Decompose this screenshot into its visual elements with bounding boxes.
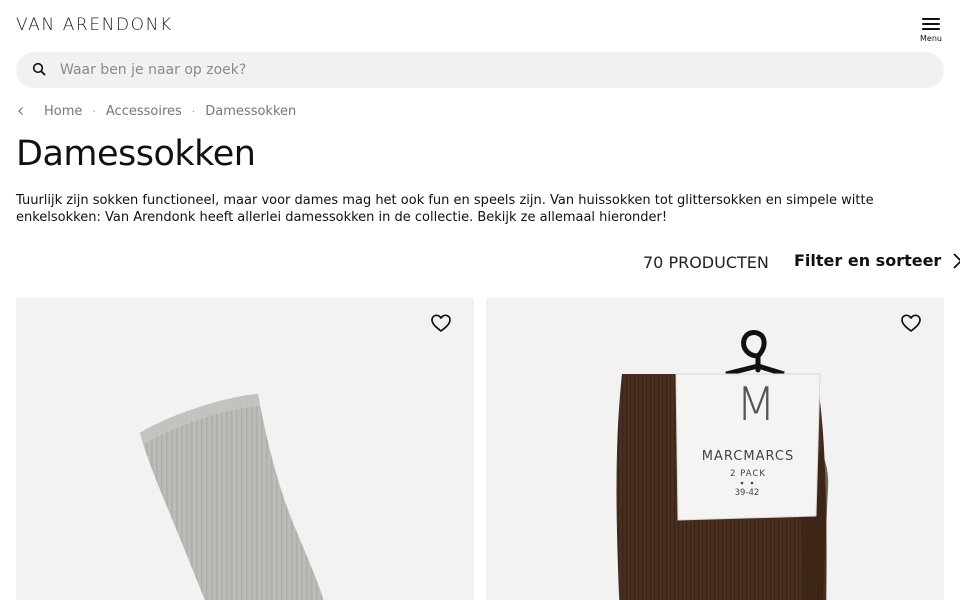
chevron-left-icon[interactable] <box>16 106 26 116</box>
search-icon[interactable] <box>32 62 46 76</box>
heart-icon[interactable] <box>900 313 922 333</box>
product-count: 70 PRODUCTEN <box>643 253 769 272</box>
breadcrumb-accessoires[interactable]: Accessoires <box>106 104 182 119</box>
site-header: VAN ARENDONK Menu <box>0 0 960 52</box>
heart-icon[interactable] <box>430 313 452 333</box>
product-image-grey-sock[interactable] <box>16 298 474 600</box>
breadcrumb-damessokken[interactable]: Damessokken <box>205 104 296 119</box>
category-intro: Tuurlijk zijn sokken functioneel, maar v… <box>16 193 874 225</box>
chevron-right-icon <box>953 252 960 269</box>
tag-monogram: M <box>736 377 776 431</box>
site-logo[interactable]: VAN ARENDONK <box>16 15 173 35</box>
filter-sort-button[interactable]: Filter en sorteer <box>794 251 960 270</box>
tag-pack: 2 PACK <box>730 469 766 479</box>
breadcrumb-separator: · <box>92 104 96 118</box>
product-card[interactable]: M MARCMARCS 2 PACK 39-42 <box>486 298 944 600</box>
breadcrumb: Home · Accessoires · Damessokken <box>16 102 296 120</box>
tag-size: 39-42 <box>735 488 760 498</box>
menu-label: Menu <box>920 34 942 43</box>
search-bar[interactable] <box>16 52 944 88</box>
filter-sort-label: Filter en sorteer <box>794 251 942 270</box>
product-card[interactable] <box>16 298 474 600</box>
search-input[interactable] <box>60 52 920 88</box>
breadcrumb-home[interactable]: Home <box>44 104 82 119</box>
breadcrumb-separator: · <box>191 104 196 118</box>
tag-brand: MARCMARCS <box>702 449 794 464</box>
page-title: Damessokken <box>16 134 256 174</box>
menu-button[interactable]: Menu <box>918 16 944 46</box>
hamburger-icon <box>922 18 940 32</box>
product-image-brown-socks[interactable]: M MARCMARCS 2 PACK 39-42 <box>486 298 944 600</box>
